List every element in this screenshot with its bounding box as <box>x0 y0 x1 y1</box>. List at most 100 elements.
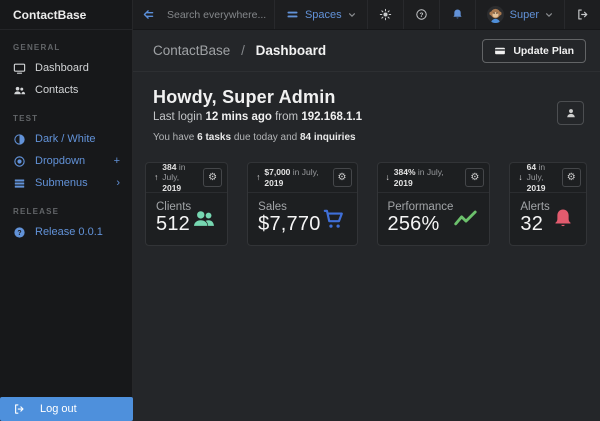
cart-icon <box>321 206 347 232</box>
gear-icon: ⚙ <box>208 171 218 183</box>
last-login-text: Last login 12 mins ago from 192.168.1.1 <box>153 111 363 123</box>
chevron-down-icon <box>545 11 553 19</box>
top-navbar: Spaces ? <box>133 0 600 30</box>
update-plan-button[interactable]: Update Plan <box>482 38 586 63</box>
breadcrumb-current: Dashboard <box>255 43 327 58</box>
breadcrumb-separator: / <box>241 43 245 58</box>
card-body: Alerts 32 <box>510 193 585 245</box>
signout-button[interactable] <box>564 0 600 29</box>
rows-icon <box>13 177 26 190</box>
card-header: ↑ $7,000 in July, 2019 ⚙ <box>248 163 357 193</box>
stat-card-sales: ↑ $7,000 in July, 2019 ⚙ Sales $7,770 <box>247 162 358 246</box>
metric-value: 512 <box>156 213 190 235</box>
metric-label: Alerts <box>520 201 550 213</box>
logout-button[interactable]: Log out <box>0 397 133 421</box>
card-header: ↓ 64 in July, 2019 ⚙ <box>510 161 586 193</box>
metric-value: 32 <box>520 213 544 235</box>
card-settings-button[interactable]: ⚙ <box>465 168 485 187</box>
spaces-menu[interactable]: Spaces <box>273 0 367 29</box>
trend-text: ↓ 64 in July, 2019 <box>518 161 546 193</box>
notifications-button[interactable] <box>438 0 475 29</box>
welcome-section: Howdy, Super Admin Last login 12 mins ag… <box>133 72 600 143</box>
metric-value: $7,770 <box>258 213 321 235</box>
sidebar-item-label: Release 0.0.1 <box>35 226 103 238</box>
people-icon <box>191 206 217 232</box>
gear-icon: ⚙ <box>470 171 480 183</box>
sidebar-section-release: RELEASE <box>13 207 60 216</box>
stat-card-performance: ↓ 384% in July, 2019 ⚙ Performance 256% <box>376 162 491 246</box>
trend-text: ↑ 384 in July, 2019 <box>154 161 186 193</box>
exit-icon <box>576 8 589 21</box>
metric-value: 256% <box>387 213 440 235</box>
menu-icon <box>286 8 299 21</box>
help-circle-icon: ? <box>415 8 428 21</box>
sidebar-item-label: Dark / White <box>35 133 96 145</box>
sidebar-item-label: Contacts <box>35 84 79 96</box>
gear-icon: ⚙ <box>337 171 347 183</box>
gear-icon: ⚙ <box>566 171 576 183</box>
sidebar-item-label: Submenus <box>35 177 88 189</box>
breadcrumb-parent[interactable]: ContactBase <box>153 43 230 58</box>
sidebar-item-dashboard[interactable]: Dashboard <box>0 57 132 79</box>
welcome-text-block: Howdy, Super Admin Last login 12 mins ag… <box>153 87 362 143</box>
trend-text: ↑ $7,000 in July, 2019 <box>256 166 319 188</box>
breadcrumb: ContactBase / Dashboard <box>153 43 326 58</box>
card-body: Clients 512 <box>146 193 227 245</box>
trend-text: ↓ 384% in July, 2019 <box>385 166 444 188</box>
sidebar-item-release[interactable]: ? Release 0.0.1 <box>0 221 132 243</box>
svg-text:?: ? <box>17 229 21 236</box>
brand-title: ContactBase <box>0 0 132 30</box>
person-icon <box>565 107 577 119</box>
avatar <box>486 6 504 23</box>
card-body: Sales $7,770 <box>248 193 356 245</box>
metric-label: Clients <box>156 201 192 213</box>
stat-card-alerts: ↓ 64 in July, 2019 ⚙ Alerts 32 <box>509 161 587 246</box>
card-settings-button[interactable]: ⚙ <box>561 168 581 187</box>
card-settings-button[interactable]: ⚙ <box>332 168 352 187</box>
sidebar-item-dropdown[interactable]: Dropdown + <box>0 150 132 172</box>
logout-icon <box>13 403 25 415</box>
card-body: Performance 256% <box>378 193 490 245</box>
profile-button[interactable] <box>557 101 584 125</box>
trend-down-icon: ↓ <box>518 172 523 183</box>
question-circle-icon: ? <box>13 226 26 239</box>
breadcrumb-bar: ContactBase / Dashboard Update Plan <box>133 30 600 72</box>
card-header: ↓ 384% in July, 2019 ⚙ <box>377 163 490 193</box>
theme-toggle-button[interactable] <box>366 0 403 29</box>
sidebar-item-submenus[interactable]: Submenus › <box>0 172 132 194</box>
sidebar-item-dark-white[interactable]: Dark / White <box>0 128 132 150</box>
sidebar: ContactBase GENERAL Dashboard Contacts T… <box>0 0 133 421</box>
spaces-label: Spaces <box>304 8 342 21</box>
people-icon <box>13 84 26 97</box>
sidebar-section-general: GENERAL <box>13 43 61 52</box>
trend-up-icon: ↑ <box>256 172 261 183</box>
user-menu[interactable]: Super <box>474 0 564 29</box>
trend-down-icon: ↓ <box>385 172 390 183</box>
trend-up-icon: ↑ <box>154 172 159 183</box>
sidebar-item-contacts[interactable]: Contacts <box>0 79 132 101</box>
app-window: ContactBase GENERAL Dashboard Contacts T… <box>0 0 600 421</box>
metric-label: Performance <box>387 201 454 213</box>
sidebar-collapse-icon[interactable] <box>133 0 163 29</box>
monitor-icon <box>13 62 26 75</box>
theme-contrast-icon <box>13 133 26 146</box>
trend-line-icon <box>453 206 479 232</box>
user-name: Super <box>509 8 539 21</box>
card-settings-button[interactable]: ⚙ <box>203 168 223 187</box>
sidebar-section-test: TEST <box>13 114 39 123</box>
main-content: Spaces ? <box>133 0 600 421</box>
bell-icon <box>451 8 464 21</box>
help-button[interactable]: ? <box>402 0 439 29</box>
card-header: ↑ 384 in July, 2019 ⚙ <box>146 161 228 193</box>
stat-cards-row: ↑ 384 in July, 2019 ⚙ Clients 512 ↑ $7,0… <box>145 161 587 246</box>
update-plan-label: Update Plan <box>513 44 574 57</box>
sidebar-item-label: Dashboard <box>35 62 89 74</box>
dot-circle-icon <box>13 155 26 168</box>
stat-card-clients: ↑ 384 in July, 2019 ⚙ Clients 512 <box>145 161 229 246</box>
chevron-right-icon: › <box>116 177 120 189</box>
search-input[interactable] <box>163 0 274 29</box>
credit-card-icon <box>494 45 506 57</box>
svg-text:?: ? <box>419 12 423 19</box>
logout-label: Log out <box>40 403 77 415</box>
metric-label: Sales <box>258 201 287 213</box>
